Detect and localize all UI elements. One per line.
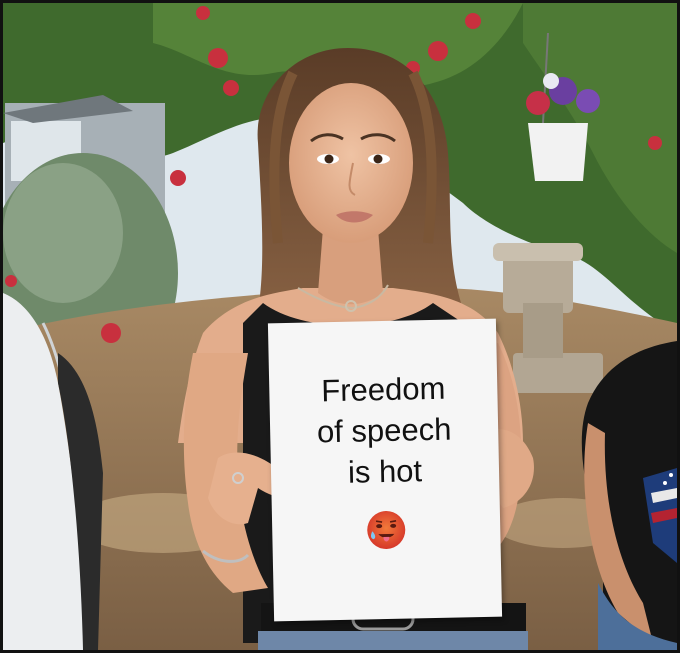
sign-line-3: is hot — [347, 453, 423, 490]
sign-line-2: of speech — [316, 411, 452, 450]
hot-face-emoji — [367, 510, 406, 549]
sign-line-1: Freedom — [320, 370, 446, 409]
sign: Freedom of speech is hot — [267, 318, 503, 622]
jeans — [258, 631, 528, 650]
sign-text: Freedom of speech is hot — [269, 367, 500, 495]
image-frame: Freedom of speech is hot — [0, 0, 680, 653]
